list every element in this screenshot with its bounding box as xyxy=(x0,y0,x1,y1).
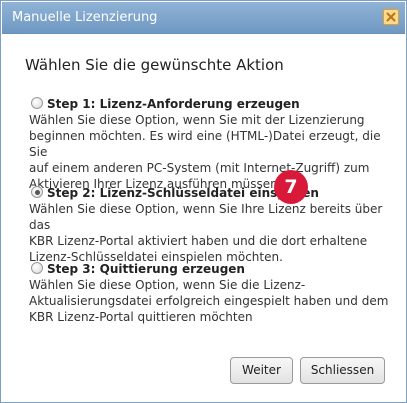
description-line: Aktualisierungsdatei erfolgreich eingesp… xyxy=(29,294,389,308)
step-number-badge: 7 xyxy=(274,170,308,204)
close-button[interactable] xyxy=(383,9,399,25)
description-line: KBR Lizenz-Portal aktiviert haben und di… xyxy=(29,234,368,248)
option-step-3-row[interactable]: Step 3: Quittierung erzeugen xyxy=(29,261,389,277)
description-line: beginnen möchten. Es wird eine (HTML-)Da… xyxy=(29,129,381,159)
option-step-3-label: Step 3: Quittierung erzeugen xyxy=(47,262,245,276)
description-line: Wählen Sie diese Option, wenn Sie Ihre L… xyxy=(29,202,383,232)
option-step-1-label: Step 1: Lizenz-Anforderung erzeugen xyxy=(47,97,300,111)
dialog-heading: Wählen Sie die gewünschte Aktion xyxy=(25,56,284,74)
radio-step-2[interactable] xyxy=(31,186,43,198)
description-line: Wählen Sie diese Option, wenn Sie mit de… xyxy=(29,113,365,127)
option-step-2-description: Wählen Sie diese Option, wenn Sie Ihre L… xyxy=(29,201,389,265)
option-step-1-description: Wählen Sie diese Option, wenn Sie mit de… xyxy=(29,112,389,192)
next-button[interactable]: Weiter xyxy=(230,357,293,384)
description-line: auf einem anderen PC-System (mit Interne… xyxy=(29,161,370,175)
description-line: KBR Lizenz-Portal quittieren möchten xyxy=(29,310,253,324)
window-title: Manuelle Lizenzierung xyxy=(12,10,158,25)
option-step-2: Step 2: Lizenz-Schlüsseldatei einspielen… xyxy=(29,185,389,265)
description-line: Wählen Sie diese Option, wenn Sie die Li… xyxy=(29,278,306,292)
title-bar: Manuelle Lizenzierung xyxy=(2,2,405,34)
radio-step-1[interactable] xyxy=(31,97,43,109)
license-dialog: Manuelle Lizenzierung Wählen Sie die gew… xyxy=(0,0,407,403)
close-dialog-button[interactable]: Schliessen xyxy=(300,357,385,384)
option-step-1-row[interactable]: Step 1: Lizenz-Anforderung erzeugen xyxy=(29,96,389,112)
option-step-1: Step 1: Lizenz-Anforderung erzeugen Wähl… xyxy=(29,96,389,192)
option-step-3: Step 3: Quittierung erzeugen Wählen Sie … xyxy=(29,261,389,325)
close-x-icon xyxy=(386,12,396,22)
option-step-3-description: Wählen Sie diese Option, wenn Sie die Li… xyxy=(29,277,389,325)
option-step-2-row[interactable]: Step 2: Lizenz-Schlüsseldatei einspielen xyxy=(29,185,389,201)
radio-step-3[interactable] xyxy=(31,262,43,274)
